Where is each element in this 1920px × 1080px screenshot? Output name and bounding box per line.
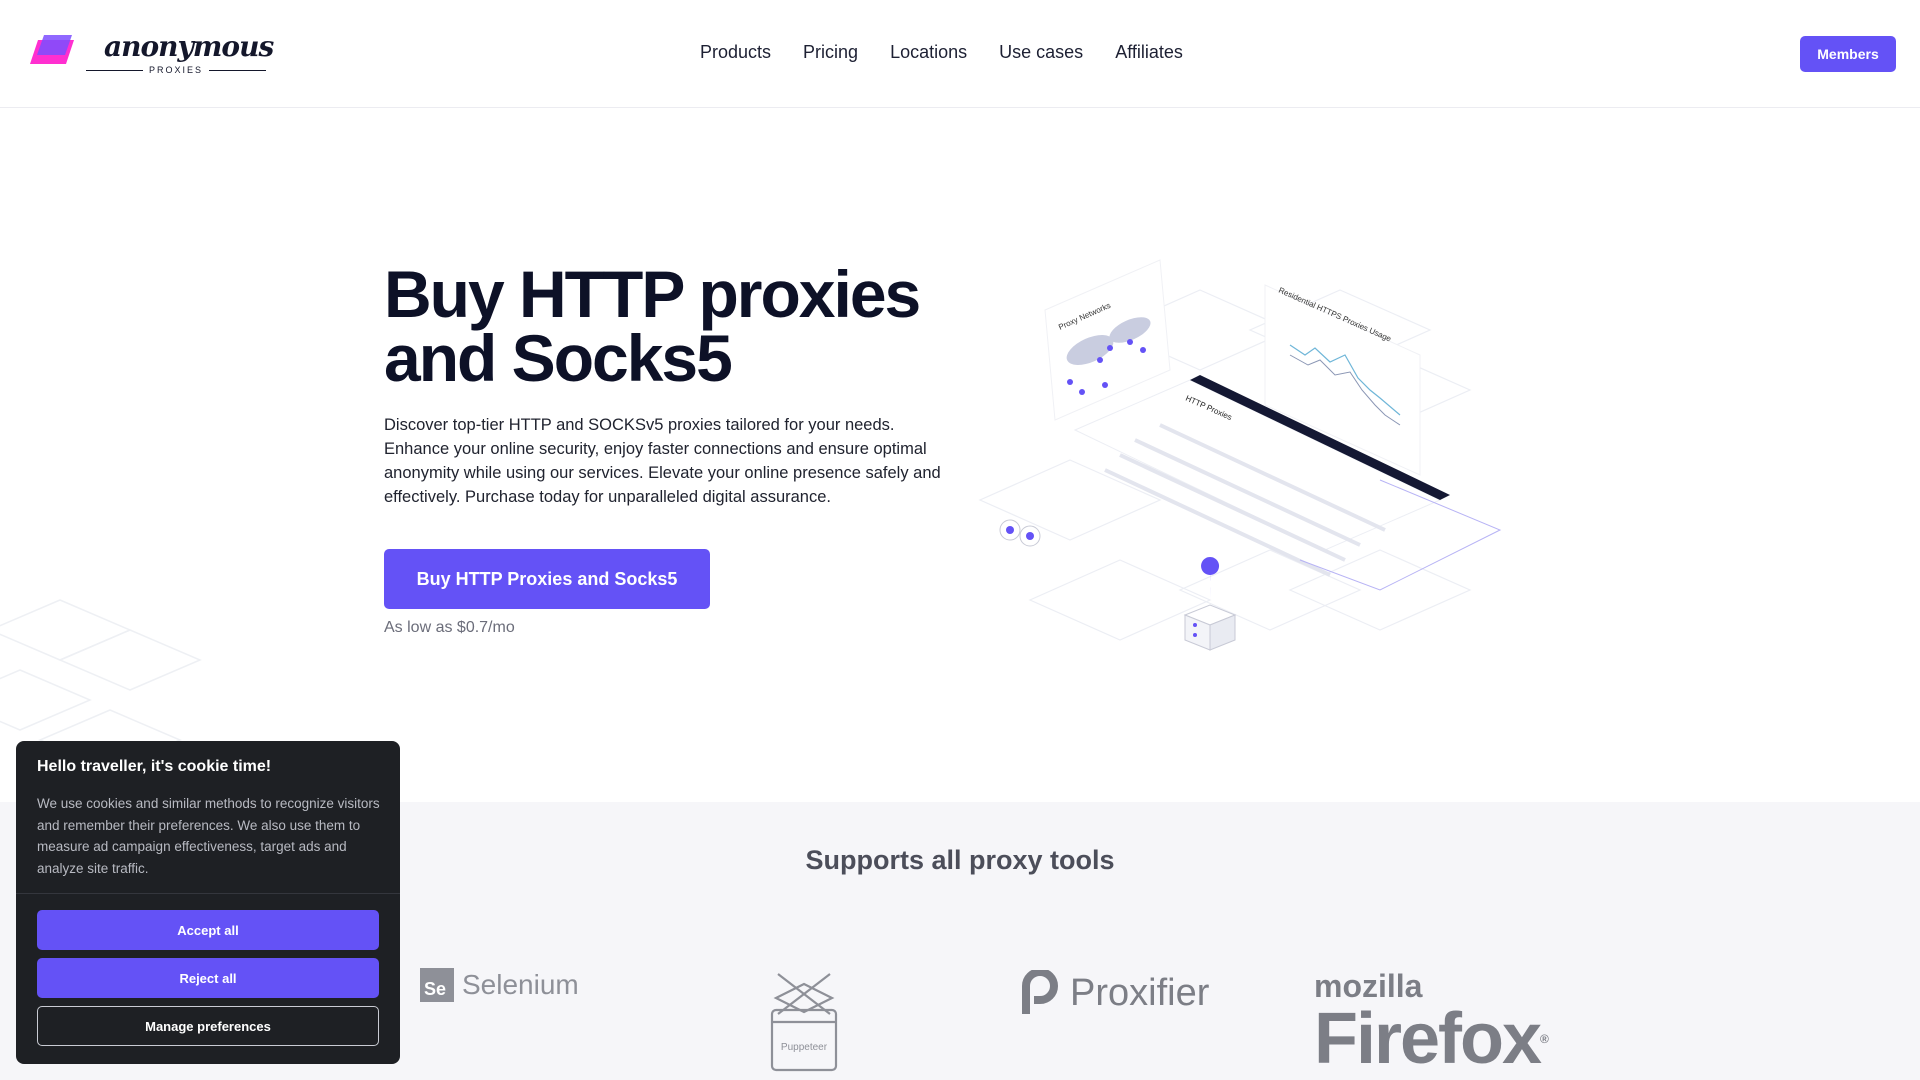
- proxy-networks-panel: Proxy Networks: [1044, 259, 1171, 421]
- registered-mark: ®: [1540, 1032, 1549, 1046]
- nav-pricing[interactable]: Pricing: [803, 42, 858, 63]
- main-nav: Products Pricing Locations Use cases Aff…: [700, 42, 1183, 63]
- cookie-title: Hello traveller, it's cookie time!: [37, 758, 272, 775]
- site-header: anonymous PROXIES Products Pricing Locat…: [0, 0, 1920, 108]
- nav-use-cases[interactable]: Use cases: [999, 42, 1083, 63]
- nav-products[interactable]: Products: [700, 42, 771, 63]
- buy-proxies-button[interactable]: Buy HTTP Proxies and Socks5: [384, 549, 710, 609]
- cookie-text: We use cookies and similar methods to re…: [37, 796, 380, 876]
- brand-tagline: PROXIES: [149, 65, 204, 75]
- price-note: As low as $0.7/mo: [384, 619, 515, 636]
- hero-title: Buy HTTP proxies and Socks5: [384, 261, 984, 391]
- members-button[interactable]: Members: [1800, 36, 1896, 72]
- cookie-consent-panel: Hello traveller, it's cookie time! We us…: [16, 741, 400, 1064]
- hero-description: Discover top-tier HTTP and SOCKSv5 proxi…: [384, 416, 941, 506]
- accept-all-button[interactable]: Accept all: [37, 910, 379, 950]
- selenium-badge: Se: [420, 968, 454, 1002]
- selenium-logo: Se Selenium: [420, 968, 579, 1002]
- background-pattern: [0, 599, 202, 760]
- selenium-label: Selenium: [462, 969, 579, 1000]
- proxifier-mark-icon: [1022, 970, 1058, 1014]
- hero-title-line-2: and Socks5: [384, 321, 733, 395]
- brand-tagline-row: PROXIES: [86, 63, 267, 77]
- brand-name: anonymous: [104, 30, 274, 63]
- firefox-label: Firefox®: [1314, 999, 1549, 1079]
- divider: [209, 69, 267, 71]
- brand-logo[interactable]: anonymous PROXIES: [24, 30, 274, 76]
- logo-mark-icon: [30, 35, 74, 64]
- manage-preferences-button[interactable]: Manage preferences: [37, 1006, 379, 1046]
- nav-affiliates[interactable]: Affiliates: [1115, 42, 1183, 63]
- reject-all-button[interactable]: Reject all: [37, 958, 379, 998]
- divider: [86, 69, 143, 71]
- mozilla-label: mozilla: [1314, 968, 1423, 1004]
- puppeteer-label: Puppeteer: [781, 1042, 828, 1053]
- divider: [16, 893, 400, 894]
- proxifier-logo: Proxifier: [1022, 970, 1209, 1016]
- proxifier-label: Proxifier: [1070, 971, 1210, 1014]
- nav-locations[interactable]: Locations: [890, 42, 967, 63]
- dashboard-illustration: Proxy Networks Residential HTTPS Proxies…: [978, 259, 1502, 651]
- hero-title-line-1: Buy HTTP proxies: [384, 257, 921, 331]
- puppeteer-logo: Puppeteer: [770, 973, 838, 1072]
- firefox-logo: mozilla Firefox®: [1314, 968, 1549, 1079]
